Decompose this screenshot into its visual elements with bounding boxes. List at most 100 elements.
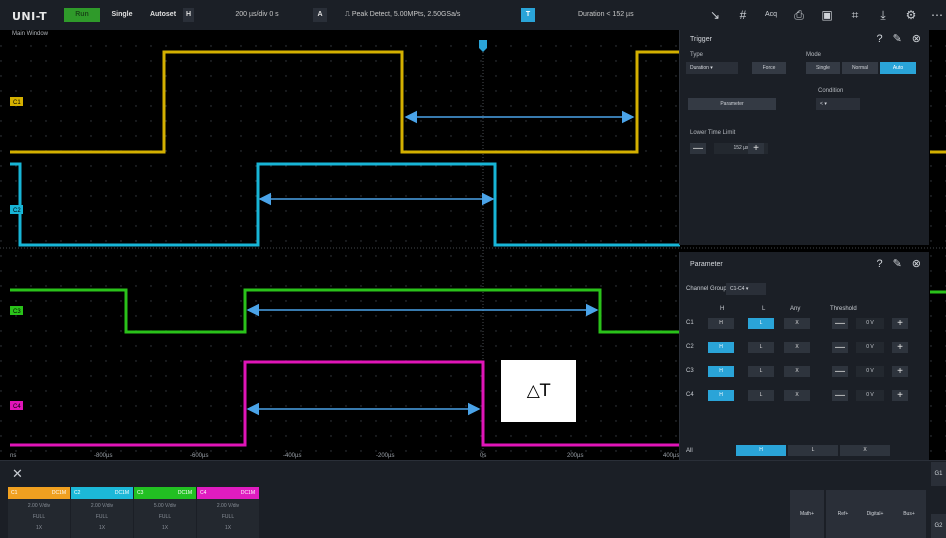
- cursor-icon[interactable]: ↘: [706, 6, 724, 24]
- row-label-c4: C4: [686, 392, 694, 398]
- save-icon[interactable]: ▣: [818, 6, 836, 24]
- g1-button[interactable]: G1: [931, 462, 946, 486]
- condition-label: Condition: [818, 88, 844, 94]
- cell-x-c4[interactable]: X: [784, 390, 810, 401]
- acquire-button[interactable]: A: [313, 8, 327, 22]
- bus-button[interactable]: Bus+: [892, 490, 926, 538]
- channel-1-marker[interactable]: C1: [10, 97, 23, 106]
- threshold-decrement-button[interactable]: —: [832, 318, 848, 329]
- channel-card-c2[interactable]: C2 DC1M 2.00 V/div FULL 1X: [71, 487, 133, 538]
- threshold-field[interactable]: 0 V: [856, 366, 884, 377]
- mode-normal-button[interactable]: Normal: [842, 62, 878, 74]
- condition-select-value: <: [820, 101, 823, 107]
- channel-card-c4[interactable]: C4 DC1M 2.00 V/div FULL 1X: [197, 487, 259, 538]
- grid-icon[interactable]: #: [734, 6, 752, 24]
- time-tick-1: -800µs: [94, 453, 112, 459]
- channel-3-marker-label: C3: [13, 309, 21, 315]
- all-x-button[interactable]: X: [840, 445, 890, 456]
- channel-bandwidth: FULL: [32, 514, 46, 520]
- cell-x-c3[interactable]: X: [784, 366, 810, 377]
- cell-h-c2[interactable]: H: [708, 342, 734, 353]
- threshold-field[interactable]: 0 V: [856, 318, 884, 329]
- autoset-button[interactable]: Autoset: [146, 8, 180, 22]
- pin-icon[interactable]: ✎: [893, 258, 902, 270]
- single-button[interactable]: Single: [108, 8, 136, 22]
- trigger-readout[interactable]: Duration < 152 µs: [578, 8, 678, 22]
- threshold-increment-button[interactable]: +: [892, 366, 908, 377]
- acq-icon[interactable]: Acq: [762, 6, 780, 24]
- horizontal-button[interactable]: H: [183, 8, 194, 22]
- threshold-decrement-button[interactable]: —: [832, 366, 848, 377]
- channel-card-c3[interactable]: C3 DC1M 5.00 V/div FULL 1X: [134, 487, 196, 538]
- threshold-increment-button[interactable]: +: [892, 390, 908, 401]
- lower-time-increment-button[interactable]: +: [748, 143, 764, 154]
- threshold-decrement-button[interactable]: —: [832, 342, 848, 353]
- all-label: All: [686, 448, 693, 454]
- threshold-field[interactable]: 0 V: [856, 342, 884, 353]
- cell-l-c1[interactable]: L: [748, 318, 774, 329]
- pin-icon[interactable]: ✎: [893, 33, 902, 45]
- threshold-decrement-button[interactable]: —: [832, 390, 848, 401]
- cell-l-c3[interactable]: L: [748, 366, 774, 377]
- channel-1-marker-label: C1: [13, 100, 21, 106]
- time-tick-2: -600µs: [190, 453, 208, 459]
- acquisition-readout[interactable]: ⎍ Peak Detect, 5.00MPts, 2.50GSa/s: [345, 8, 495, 22]
- channel-4-marker[interactable]: C4: [10, 401, 23, 410]
- measure-icon[interactable]: ⌗: [846, 6, 864, 24]
- delta-t-label: △T: [501, 360, 576, 422]
- peak-detect-icon: ⎍: [345, 11, 352, 18]
- threshold-increment-button[interactable]: +: [892, 318, 908, 329]
- row-label-c3: C3: [686, 368, 694, 374]
- cell-h-c3[interactable]: H: [708, 366, 734, 377]
- g2-button[interactable]: G2: [931, 514, 946, 538]
- mode-auto-button[interactable]: Auto: [880, 62, 916, 74]
- condition-select[interactable]: < ▾: [816, 98, 860, 110]
- time-tick-3: -400µs: [283, 453, 301, 459]
- math-button[interactable]: Math+: [790, 490, 824, 538]
- time-tick-5: 0s: [480, 453, 486, 459]
- channel-scale: 2.00 V/div: [27, 503, 51, 509]
- cell-x-c2[interactable]: X: [784, 342, 810, 353]
- channel-scale: 2.00 V/div: [216, 503, 240, 509]
- parameter-button[interactable]: Parameter: [688, 98, 776, 110]
- timebase-readout[interactable]: 200 µs/div 0 s: [222, 8, 292, 22]
- type-label: Type: [690, 52, 704, 58]
- row-label-c2: C2: [686, 344, 694, 350]
- help-icon[interactable]: ?: [876, 258, 882, 270]
- measure-tool-icon[interactable]: ✕: [12, 466, 23, 482]
- channel-card-c1[interactable]: C1 DC1M 2.00 V/div FULL 1X: [8, 487, 70, 538]
- cell-h-c1[interactable]: H: [708, 318, 734, 329]
- cell-l-c4[interactable]: L: [748, 390, 774, 401]
- close-icon[interactable]: ⊗: [912, 33, 921, 45]
- parameter-panel-title: Parameter: [690, 261, 723, 268]
- download-icon[interactable]: ⤓: [874, 6, 892, 24]
- dropdown-arrow-icon: ▾: [745, 286, 749, 292]
- mode-single-button[interactable]: Single: [806, 62, 840, 74]
- channel-3-marker[interactable]: C3: [10, 306, 23, 315]
- threshold-field[interactable]: 0 V: [856, 390, 884, 401]
- run-stop-button[interactable]: Run: [64, 8, 100, 22]
- settings-icon[interactable]: ⚙: [902, 6, 920, 24]
- ref-button[interactable]: Ref+: [826, 490, 860, 538]
- channel-probe: 1X: [161, 525, 169, 531]
- print-icon[interactable]: ⎙: [790, 6, 808, 24]
- digital-button[interactable]: Digital+: [858, 490, 892, 538]
- all-h-button[interactable]: H: [736, 445, 786, 456]
- type-select[interactable]: Duration ▾: [686, 62, 738, 74]
- channel-2-marker[interactable]: C2: [10, 205, 23, 214]
- all-l-button[interactable]: L: [788, 445, 838, 456]
- channel-bandwidth: FULL: [221, 514, 235, 520]
- force-button[interactable]: Force: [752, 62, 786, 74]
- lower-time-decrement-button[interactable]: —: [690, 143, 706, 154]
- channel-card-header: C2 DC1M: [71, 487, 133, 499]
- cell-x-c1[interactable]: X: [784, 318, 810, 329]
- more-icon[interactable]: ⋯: [928, 6, 946, 24]
- close-icon[interactable]: ⊗: [912, 258, 921, 270]
- trigger-button[interactable]: T: [521, 8, 535, 22]
- channel-scale: 2.00 V/div: [90, 503, 114, 509]
- channel-group-select[interactable]: C1-C4 ▾: [726, 283, 766, 295]
- cell-l-c2[interactable]: L: [748, 342, 774, 353]
- help-icon[interactable]: ?: [876, 33, 882, 45]
- cell-h-c4[interactable]: H: [708, 390, 734, 401]
- threshold-increment-button[interactable]: +: [892, 342, 908, 353]
